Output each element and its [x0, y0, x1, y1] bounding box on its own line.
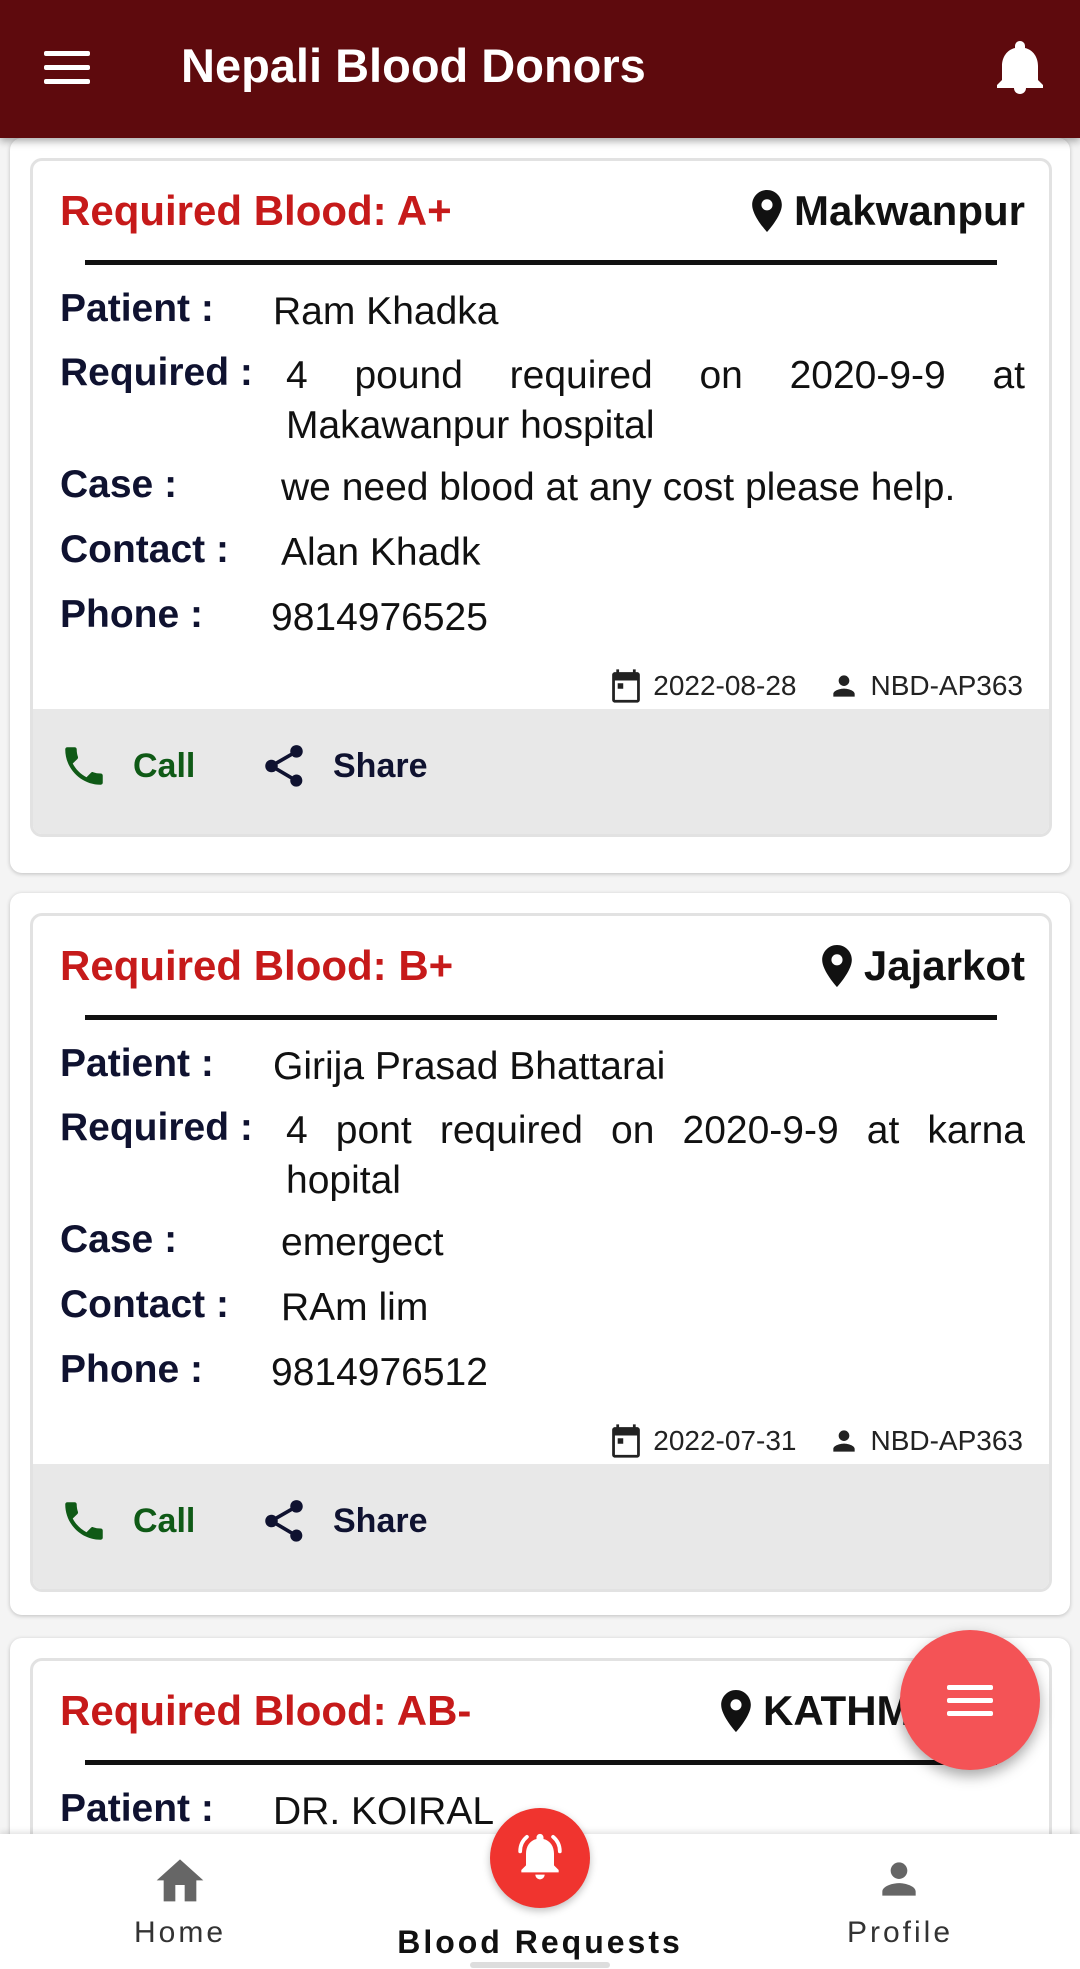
- phone-row: Phone : 9814976525: [60, 593, 1025, 643]
- phone-row: Phone : 9814976512: [60, 1348, 1025, 1398]
- phone-icon: [65, 747, 103, 785]
- person-icon: [882, 1862, 916, 1896]
- menu-icon: [947, 1685, 993, 1690]
- share-icon: [265, 745, 303, 787]
- share-button[interactable]: Share: [259, 741, 428, 791]
- nav-profile-label: Profile: [846, 1916, 954, 1949]
- patient-value: Girija Prasad Bhattarai: [273, 1045, 666, 1088]
- required-blood: Required Blood: AB-: [60, 1687, 472, 1734]
- phone-value: 9814976525: [271, 596, 488, 639]
- call-label: Call: [133, 1501, 196, 1540]
- case-value: emergect: [281, 1221, 444, 1264]
- case-row: Case : we need blood at any cost please …: [60, 463, 1025, 513]
- patient-label: Patient :: [60, 287, 214, 330]
- nav-blood-requests-label: Blood Requests: [397, 1924, 683, 1960]
- share-icon: [265, 1500, 303, 1542]
- post-meta: 2022-08-28 NBD-AP363: [609, 668, 1023, 704]
- calendar-icon: [612, 1424, 641, 1458]
- required-blood: Required Blood: A+: [60, 187, 452, 234]
- contact-row: Contact : Alan Khadk: [60, 528, 1025, 578]
- share-label: Share: [333, 746, 428, 785]
- calendar-icon: [612, 669, 641, 703]
- required-blood: Required Blood: B+: [60, 942, 454, 989]
- nav-home-label: Home: [133, 1916, 227, 1949]
- phone-icon: [65, 1502, 103, 1540]
- card-actions: Call Share: [33, 1464, 1049, 1589]
- required-row: Required : 4 pont required on 2020-9-9 a…: [60, 1106, 1025, 1206]
- nav-home[interactable]: Home: [100, 1834, 260, 1969]
- post-date: 2022-07-31: [653, 1425, 797, 1456]
- required-value: 4 pound required on 2020-9-9 at Makawanp…: [286, 354, 1025, 447]
- person-icon: [833, 1430, 856, 1452]
- person-icon: [833, 675, 856, 697]
- patient-row: Patient : Girija Prasad Bhattarai: [60, 1042, 1025, 1092]
- request-list: Required Blood: A+ Makwanpur Patient : R…: [0, 138, 1080, 1834]
- post-meta: 2022-07-31 NBD-AP363: [609, 1423, 1023, 1459]
- phone-value: 9814976512: [271, 1351, 488, 1394]
- app-title: Nepali Blood Donors: [181, 39, 646, 92]
- card-content: Required Blood: B+ Jajarkot Patient : Gi…: [30, 913, 1052, 1592]
- location-pin-icon: [721, 1690, 751, 1732]
- nav-profile[interactable]: Profile: [820, 1834, 980, 1969]
- case-value: we need blood at any cost please help.: [281, 466, 956, 509]
- call-button[interactable]: Call: [59, 1496, 195, 1546]
- app-bar: Nepali Blood Donors: [0, 0, 1080, 138]
- poster-id: NBD-AP363: [870, 670, 1023, 701]
- share-label: Share: [333, 1501, 428, 1540]
- card-content: Required Blood: A+ Makwanpur Patient : R…: [30, 158, 1052, 837]
- contact-label: Contact :: [60, 1283, 229, 1326]
- required-row: Required : 4 pound required on 2020-9-9 …: [60, 351, 1025, 451]
- case-label: Case :: [60, 463, 178, 506]
- patient-label: Patient :: [60, 1787, 214, 1830]
- blood-requests-center-button[interactable]: [490, 1808, 590, 1908]
- patient-value: DR. KOIRAL: [273, 1790, 495, 1833]
- contact-label: Contact :: [60, 528, 229, 571]
- required-label: Required :: [60, 1106, 253, 1149]
- location-label: KATHM: [763, 1687, 912, 1734]
- notification-bell-icon[interactable]: [996, 38, 1044, 96]
- divider: [85, 1760, 997, 1765]
- location: Makwanpur: [752, 187, 1025, 235]
- phone-label: Phone :: [60, 1348, 203, 1391]
- home-icon: [156, 1859, 204, 1902]
- location-pin-icon: [752, 190, 782, 232]
- location: KATHM: [721, 1687, 912, 1735]
- location-label: Makwanpur: [793, 187, 1025, 234]
- alarm-bell-icon: [518, 1833, 562, 1880]
- patient-row: Patient : Ram Khadka: [60, 287, 1025, 337]
- phone-label: Phone :: [60, 593, 203, 636]
- post-date: 2022-08-28: [653, 670, 797, 701]
- home-indicator: [470, 1962, 610, 1968]
- blood-request-card: Required Blood: A+ Makwanpur Patient : R…: [10, 138, 1070, 873]
- contact-value: Alan Khadk: [281, 531, 481, 574]
- call-button[interactable]: Call: [59, 741, 195, 791]
- patient-value: Ram Khadka: [273, 290, 499, 333]
- menu-icon[interactable]: [44, 47, 96, 87]
- contact-value: RAm lim: [281, 1286, 429, 1329]
- location: Jajarkot: [822, 942, 1025, 990]
- location-label: Jajarkot: [863, 942, 1025, 989]
- required-label: Required :: [60, 351, 253, 394]
- divider: [85, 1015, 997, 1020]
- case-label: Case :: [60, 1218, 178, 1261]
- contact-row: Contact : RAm lim: [60, 1283, 1025, 1333]
- case-row: Case : emergect: [60, 1218, 1025, 1268]
- patient-label: Patient :: [60, 1042, 214, 1085]
- blood-request-card: Required Blood: B+ Jajarkot Patient : Gi…: [10, 893, 1070, 1615]
- divider: [85, 260, 997, 265]
- filter-fab-button[interactable]: [900, 1630, 1040, 1770]
- call-label: Call: [133, 746, 196, 785]
- required-value: 4 pont required on 2020-9-9 at karna hop…: [286, 1109, 1025, 1202]
- share-button[interactable]: Share: [259, 1496, 428, 1546]
- poster-id: NBD-AP363: [870, 1425, 1023, 1456]
- card-actions: Call Share: [33, 709, 1049, 834]
- location-pin-icon: [822, 945, 852, 987]
